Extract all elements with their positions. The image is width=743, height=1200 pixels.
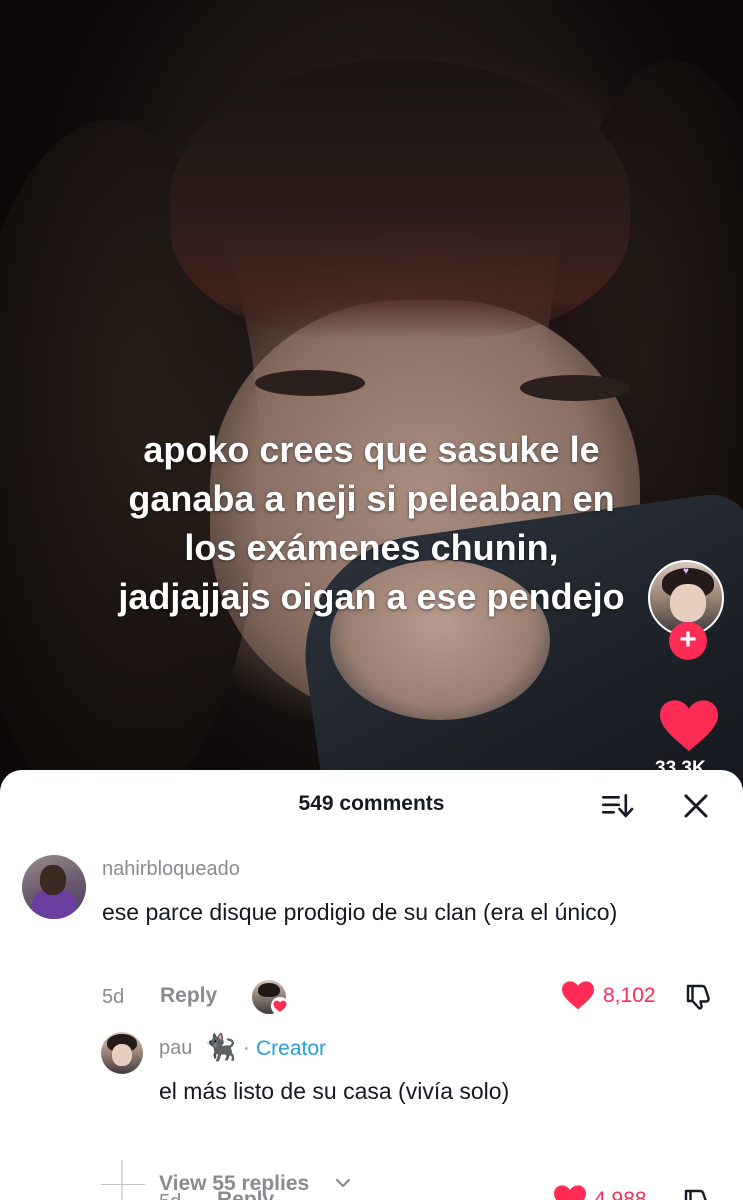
separator-dot: · [243,1037,250,1059]
video-caption-overlay: apoko crees que sasuke le ganaba a neji … [118,429,625,617]
video-frame-eye-left [255,370,365,396]
reply-button[interactable]: Reply [160,984,217,1008]
dislike-icon[interactable] [684,981,714,1011]
comment-username[interactable]: nahirbloqueado [102,858,240,881]
reply-username[interactable]: pau [159,1037,192,1060]
comment-text: ese parce disque prodigio de su clan (er… [102,899,618,925]
commenter-avatar[interactable] [22,855,86,919]
reply-text: el más listo de su casa (vivía solo) [159,1078,510,1104]
black-cat-icon: 🐈‍⬛ [204,1032,237,1062]
video-frame-bangs [170,60,630,340]
view-replies-button[interactable]: View 55 replies [0,1170,743,1200]
avatar-heart-icon: ♥ [683,566,689,577]
view-replies-line [101,1184,145,1185]
view-replies-label: View 55 replies [159,1172,310,1195]
creator-reply-avatar[interactable] [101,1032,143,1074]
comment-like-heart-icon[interactable] [562,981,594,1011]
video-player[interactable]: apoko crees que sasuke le ganaba a neji … [0,0,743,790]
follow-plus-icon[interactable]: + [669,622,707,660]
chevron-down-icon [335,1178,351,1188]
sort-icon[interactable] [600,790,634,820]
comments-sheet: 549 comments nahirbloqueado ese parce di… [0,770,743,1200]
liked-by-creator-heart-icon [271,997,289,1015]
video-frame-eye-right [520,375,630,401]
like-heart-icon[interactable] [660,700,718,754]
comment-age: 5d [102,986,125,1008]
close-icon[interactable] [680,790,712,822]
creator-badge: Creator [256,1037,327,1060]
comment-like-count: 8,102 [603,984,656,1007]
